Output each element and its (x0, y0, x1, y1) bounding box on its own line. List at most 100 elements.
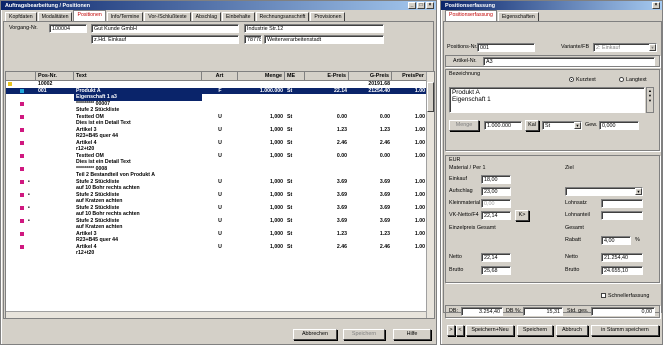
tab-vor-schlu-texte[interactable]: Vor-/Schlußtexte (144, 12, 191, 21)
dialog-cancel-button[interactable]: Abbruch (556, 325, 588, 336)
quick-entry-check-icon[interactable] (601, 293, 606, 299)
col-art[interactable]: Art (202, 72, 238, 80)
radio-long-icon[interactable] (619, 77, 624, 83)
subitem-marker-icon (20, 205, 24, 210)
tab-provisionen[interactable]: Provisionen (310, 12, 346, 21)
ziel-label: Ziel (565, 165, 574, 171)
next-record-button[interactable]: > (447, 325, 455, 336)
cell-pp (392, 250, 427, 257)
dialog-close-icon[interactable]: × (652, 2, 660, 9)
pos-field[interactable]: 001 (477, 43, 535, 52)
unit-chevron-down-icon[interactable]: ▼ (574, 122, 581, 129)
chevron-down-icon[interactable]: ▼ (649, 44, 656, 51)
netto-right-field[interactable]: 21.254,40 (601, 253, 643, 262)
city-field[interactable]: Weiterverarbeitenstadt (264, 35, 384, 44)
col-preis-per[interactable]: PreisPer (392, 72, 427, 80)
scroll-thumb[interactable] (427, 82, 434, 112)
einkauf-field[interactable]: 18,00 (481, 175, 511, 184)
col-menge[interactable]: Menge (238, 72, 285, 80)
lohnsatz-field[interactable] (601, 199, 643, 208)
radio-short[interactable]: Kurztext (569, 77, 596, 83)
col-text[interactable]: Text (74, 72, 202, 80)
rabatt-field[interactable]: 4,00 (601, 236, 631, 245)
tab-abschlag[interactable]: Abschlag (191, 12, 221, 21)
quick-entry-checkbox[interactable]: Schnellerfassung (601, 293, 649, 299)
save-new-button[interactable]: Speichern+Neu (466, 325, 514, 336)
help-button[interactable]: Hilfe (393, 329, 431, 340)
brutto-right-field[interactable]: 24.655,10 (601, 266, 643, 275)
dialog-save-button[interactable]: Speichern (517, 325, 553, 336)
tab-rechnungsanschrift[interactable]: Rechnungsanschrift (255, 12, 310, 21)
save-to-master-button[interactable]: in Stamm speichern (591, 325, 659, 336)
table-row[interactable]: r12+t20 (6, 250, 434, 257)
cell-nr (36, 250, 74, 257)
vorgang-label: Vorgang-Nr. (9, 25, 38, 31)
position-dialog: Positionserfassung × Positionserfassung … (440, 0, 663, 345)
prev-record-button[interactable]: < (456, 325, 464, 336)
tab-info-termine[interactable]: Info/Termine (106, 12, 144, 21)
material-label: Material / Per 1 (449, 165, 486, 171)
subitem-marker-icon (20, 127, 24, 132)
tab-eigenschaften[interactable]: Eigenschaften (497, 12, 539, 21)
variant-select[interactable]: 2: Einkauf ▼ (593, 43, 657, 52)
tab-kopfdaten[interactable]: Kopfdaten (5, 12, 37, 21)
gesamt-label: Gesamt (565, 225, 584, 231)
article-field[interactable]: A3 (483, 57, 655, 66)
tab-modalit-ten[interactable]: Modalitäten (37, 12, 73, 21)
k-button[interactable]: K> (515, 210, 529, 221)
cancel-button[interactable]: Abbrechen (293, 329, 337, 340)
db-pct-label: DB %: (506, 308, 522, 314)
netto-label-left: Netto (449, 254, 462, 260)
grid-horizontal-scrollbar[interactable] (6, 311, 426, 318)
brutto-label-right: Brutto (565, 267, 580, 273)
street-field[interactable]: Industrie Str.12 (244, 24, 384, 33)
subitem-marker-icon (20, 140, 24, 145)
zip-field[interactable]: 78778 (244, 35, 262, 44)
gew-label: Gew. (585, 122, 598, 128)
subitem-marker-icon (20, 218, 24, 223)
radio-long[interactable]: Langtext (619, 77, 647, 83)
lohnanteil-field[interactable] (601, 211, 643, 220)
tab-einbehalte[interactable]: Einbehalte (221, 12, 255, 21)
col-e-preis[interactable]: E-Preis (305, 72, 349, 80)
close-icon[interactable]: × (426, 2, 434, 9)
lohnsatz-label: Lohnsatz (565, 200, 587, 206)
dialog-titlebar: Positionserfassung × (441, 1, 662, 10)
col-pos-nr[interactable]: Pos-Nr. (36, 72, 74, 80)
kleinmaterial-field[interactable]: 0,00 (481, 199, 511, 208)
maximize-icon[interactable]: □ (417, 2, 425, 9)
radio-short-label: Kurztext (576, 77, 596, 83)
netto-left-field[interactable]: 22,14 (481, 253, 511, 262)
subitem-marker-icon (20, 153, 24, 158)
minimize-icon[interactable]: _ (408, 2, 416, 9)
vorgang-field[interactable]: 100004 (49, 24, 87, 33)
col-me[interactable]: ME (285, 72, 305, 80)
save-button[interactable]: Speichern (343, 329, 385, 340)
ziel-chevron-down-icon[interactable]: ▼ (635, 188, 642, 195)
menge-button[interactable]: Menge (449, 120, 479, 131)
dialog-tab-bar: Positionserfassung Eigenschaften (441, 10, 662, 21)
customer-contact-field[interactable]: z.Hd. Einkauf (91, 35, 239, 44)
positions-grid[interactable]: Pos-Nr. Text Art Menge ME E-Preis G-Prei… (5, 71, 435, 319)
gew-field[interactable]: 0,000 (599, 121, 639, 130)
ziel-select[interactable]: ▼ (565, 187, 643, 196)
vk-field[interactable]: 22,14 (481, 211, 511, 220)
netto-label-right: Netto (565, 254, 578, 260)
unit-select[interactable]: St ▼ (542, 121, 582, 130)
radio-short-icon[interactable] (569, 77, 574, 83)
main-title: Auftragsbearbeitung / Positionen (5, 2, 91, 9)
kal-button[interactable]: Kal (525, 120, 539, 131)
tab-positionserfassung[interactable]: Positionserfassung (445, 10, 497, 21)
desc-textarea[interactable]: Produkt A Eigenschaft 1 (449, 87, 645, 113)
desc-scrollbar[interactable]: ▲ ▼ ▼ (646, 87, 654, 113)
tab-positionen[interactable]: Positionen (73, 10, 106, 21)
currency-label: EUR (449, 157, 461, 163)
customer-name-field[interactable]: Gut Kunde GmbH (91, 24, 239, 33)
position-marker-icon (20, 88, 24, 93)
grid-vertical-scrollbar[interactable] (426, 72, 434, 318)
desc-line-1: Produkt A (452, 89, 480, 96)
aufschlag-field[interactable]: 23,00 (481, 187, 511, 196)
brutto-left-field[interactable]: 25,68 (481, 266, 511, 275)
menge-field[interactable]: 1.000.000 (484, 121, 522, 130)
col-g-preis[interactable]: G-Preis (349, 72, 392, 80)
